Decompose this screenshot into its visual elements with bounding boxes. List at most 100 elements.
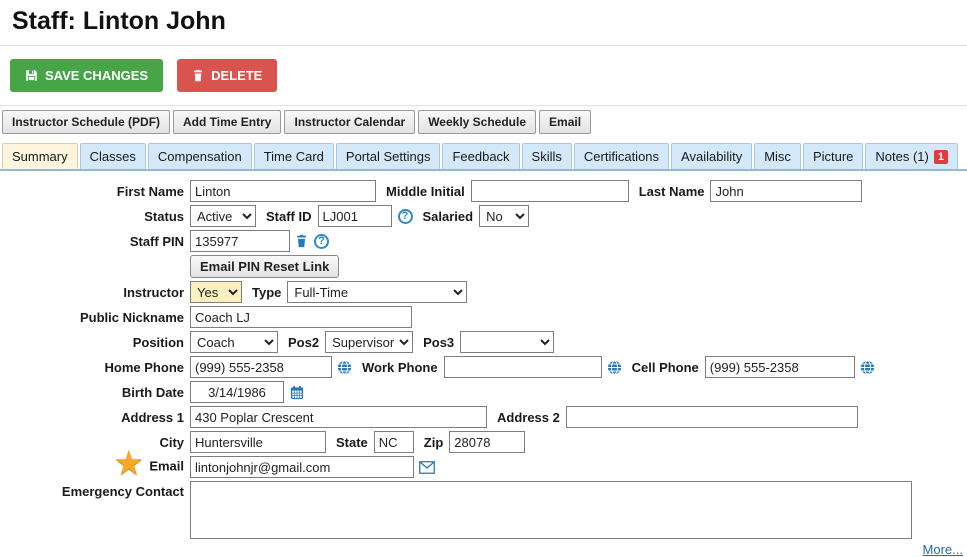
tab-feedback[interactable]: Feedback xyxy=(442,143,520,169)
staff-pin-input[interactable] xyxy=(190,230,290,252)
instructor-select[interactable]: Yes xyxy=(190,281,242,303)
tab-compensation-label: Compensation xyxy=(157,149,242,164)
city-label: City xyxy=(159,434,184,450)
tab-skills[interactable]: Skills xyxy=(521,143,572,169)
toolbar-button-instructor-calendar[interactable]: Instructor Calendar xyxy=(284,110,416,134)
tab-misc[interactable]: Misc xyxy=(754,143,801,169)
tab-certifications[interactable]: Certifications xyxy=(573,143,670,169)
tab-summary[interactable]: Summary xyxy=(2,143,78,169)
staff-pin-delete-icon[interactable] xyxy=(295,234,308,248)
pos2-select[interactable]: Supervisor xyxy=(325,331,414,353)
position-select[interactable]: Coach xyxy=(190,331,278,353)
email-row: ★ Email xyxy=(0,447,967,480)
city-input[interactable] xyxy=(190,431,326,453)
more-link[interactable]: More... xyxy=(923,542,963,557)
summary-form: First Name Middle Initial Last Name Stat… xyxy=(0,171,967,557)
public-nickname-input[interactable] xyxy=(190,306,412,328)
email-label-cell: ★ Email xyxy=(0,447,190,480)
calendar-icon[interactable] xyxy=(289,385,305,400)
tab-portal-settings[interactable]: Portal Settings xyxy=(335,143,441,169)
tab-classes-label: Classes xyxy=(89,149,136,164)
trash-icon xyxy=(192,69,204,82)
toolbar-button-weekly-schedule[interactable]: Weekly Schedule xyxy=(418,110,537,134)
more-row: More... xyxy=(0,542,967,557)
tab-classes[interactable]: Classes xyxy=(79,143,146,169)
pos3-select[interactable] xyxy=(460,331,555,353)
birth-date-label: Birth Date xyxy=(121,384,184,400)
home-phone-input[interactable] xyxy=(190,356,332,378)
tab-availability-label: Availability xyxy=(681,149,743,164)
last-name-label: Last Name xyxy=(638,183,705,199)
birth-date-input[interactable] xyxy=(190,381,284,403)
emergency-contact-textarea[interactable] xyxy=(190,481,912,539)
zip-input[interactable] xyxy=(449,431,526,453)
first-name-label: First Name xyxy=(116,183,184,199)
staff-pin-label: Staff PIN xyxy=(129,233,184,249)
salaried-select[interactable]: No xyxy=(479,205,530,227)
zip-label: Zip xyxy=(423,434,444,450)
tab-time-card[interactable]: Time Card xyxy=(253,143,334,169)
instructor-label: Instructor xyxy=(123,284,184,300)
address2-label: Address 2 xyxy=(497,409,560,425)
email-envelope-icon[interactable] xyxy=(419,460,435,474)
tab-compensation[interactable]: Compensation xyxy=(147,143,252,169)
cell-phone-globe-icon[interactable] xyxy=(860,359,875,375)
staff-id-label: Staff ID xyxy=(266,208,312,224)
instructor-type-select[interactable]: Full-Time xyxy=(287,281,468,303)
toolbar-button-add-time-entry[interactable]: Add Time Entry xyxy=(173,110,282,134)
address1-input[interactable] xyxy=(190,406,487,428)
status-label: Status xyxy=(144,208,184,224)
birth-date-row: Birth Date xyxy=(0,381,967,403)
emergency-contact-row: Emergency Contact xyxy=(0,481,967,539)
middle-initial-input[interactable] xyxy=(470,180,629,202)
position-row: Position Coach Pos2 Supervisor Pos3 xyxy=(0,331,967,353)
staff-pin-help-icon[interactable]: ? xyxy=(314,233,329,249)
address1-label: Address 1 xyxy=(121,409,184,425)
tab-misc-label: Misc xyxy=(764,149,791,164)
toolbar-button-instructor-schedule-pdf[interactable]: Instructor Schedule (PDF) xyxy=(2,110,171,134)
staff-id-input[interactable] xyxy=(317,205,392,227)
position-label: Position xyxy=(132,334,184,350)
home-phone-globe-icon[interactable] xyxy=(337,359,352,375)
state-label: State xyxy=(336,434,368,450)
tab-notes-label: Notes (1) xyxy=(875,149,929,164)
last-name-input[interactable] xyxy=(710,180,863,202)
public-nickname-label: Public Nickname xyxy=(79,309,184,325)
address2-input[interactable] xyxy=(565,406,858,428)
email-input[interactable] xyxy=(190,456,414,478)
instructor-row: Instructor Yes Type Full-Time xyxy=(0,281,967,303)
cell-phone-label: Cell Phone xyxy=(631,359,699,375)
tab-picture[interactable]: Picture xyxy=(802,143,864,169)
notes-count-badge: 1 xyxy=(933,149,948,164)
tab-picture-label: Picture xyxy=(812,149,854,164)
work-phone-label: Work Phone xyxy=(362,359,438,375)
type-label: Type xyxy=(252,284,282,300)
work-phone-input[interactable] xyxy=(443,356,602,378)
cell-phone-input[interactable] xyxy=(704,356,855,378)
tab-availability[interactable]: Availability xyxy=(671,143,753,169)
state-input[interactable] xyxy=(373,431,414,453)
pos2-label: Pos2 xyxy=(288,334,320,350)
salaried-label: Salaried xyxy=(422,208,474,224)
toolbar-button-email[interactable]: Email xyxy=(539,110,592,134)
status-select[interactable]: Active xyxy=(190,205,256,227)
star-icon: ★ xyxy=(115,447,143,480)
tab-notes[interactable]: Notes (1) 1 xyxy=(865,143,958,169)
tab-bar: Summary Classes Compensation Time Card P… xyxy=(0,138,967,171)
status-row: Status Active Staff ID ? Salaried No xyxy=(0,205,967,227)
phones-row: Home Phone Work Phone Cell Phone xyxy=(0,356,967,378)
tab-time-card-label: Time Card xyxy=(263,149,324,164)
save-changes-button[interactable]: SAVE CHANGES xyxy=(10,59,164,92)
tab-feedback-label: Feedback xyxy=(452,149,510,164)
tab-portal-settings-label: Portal Settings xyxy=(345,149,431,164)
delete-button[interactable]: DELETE xyxy=(177,59,278,92)
staff-id-help-icon[interactable]: ? xyxy=(397,208,413,224)
city-state-zip-row: City State Zip xyxy=(0,431,967,453)
first-name-input[interactable] xyxy=(190,180,376,202)
work-phone-globe-icon[interactable] xyxy=(607,359,622,375)
email-pin-reset-button[interactable]: Email PIN Reset Link xyxy=(190,255,340,278)
email-pin-reset-row: Email PIN Reset Link xyxy=(0,255,967,278)
public-nickname-row: Public Nickname xyxy=(0,306,967,328)
save-changes-label: SAVE CHANGES xyxy=(45,68,149,83)
page-title: Staff: Linton John xyxy=(12,7,226,35)
